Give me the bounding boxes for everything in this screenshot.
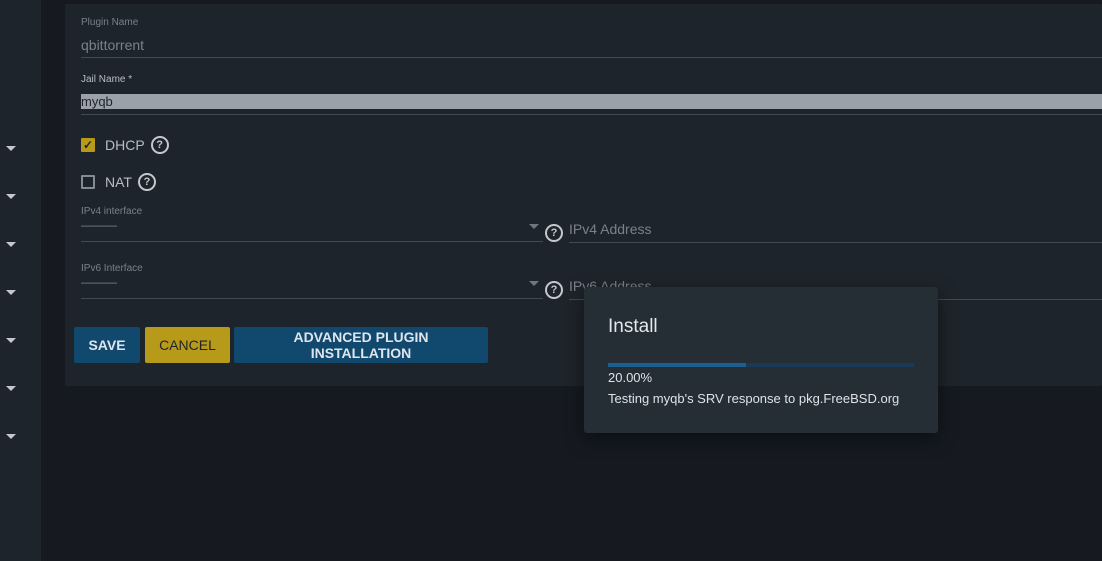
help-icon[interactable]: ? bbox=[545, 281, 563, 299]
ipv4-address-field[interactable]: IPv4 Address bbox=[569, 207, 1102, 243]
help-icon[interactable]: ? bbox=[545, 224, 563, 242]
ipv4-interface-value[interactable]: ——— bbox=[81, 218, 117, 232]
chevron-down-icon[interactable] bbox=[6, 386, 16, 391]
save-button[interactable]: SAVE bbox=[74, 327, 140, 363]
dhcp-checkbox[interactable]: ✓ bbox=[81, 138, 95, 152]
ipv4-interface-label: IPv4 interface bbox=[81, 206, 143, 217]
text-selection-highlight bbox=[81, 94, 1102, 109]
cancel-button[interactable]: CANCEL bbox=[145, 327, 230, 363]
chevron-down-icon[interactable] bbox=[6, 194, 16, 199]
chevron-down-icon[interactable] bbox=[529, 224, 539, 229]
install-progress-dialog: Install 20.00% Testing myqb's SRV respon… bbox=[584, 287, 938, 433]
dialog-title: Install bbox=[608, 316, 658, 337]
ipv4-address-input[interactable]: IPv4 Address bbox=[569, 221, 652, 237]
progress-message: Testing myqb's SRV response to pkg.FreeB… bbox=[608, 391, 900, 406]
chevron-down-icon[interactable] bbox=[6, 146, 16, 151]
progress-bar-fill bbox=[608, 363, 746, 367]
progress-percent: 20.00% bbox=[608, 370, 653, 385]
chevron-down-icon[interactable] bbox=[529, 281, 539, 286]
help-icon[interactable]: ? bbox=[150, 136, 169, 154]
chevron-down-icon[interactable] bbox=[6, 290, 16, 295]
ipv4-interface-select[interactable]: IPv4 interface ——— bbox=[81, 206, 543, 242]
dhcp-option[interactable]: ✓ DHCP ? bbox=[81, 136, 169, 154]
divider bbox=[81, 298, 543, 299]
chevron-down-icon[interactable] bbox=[6, 434, 16, 439]
advanced-plugin-installation-button[interactable]: ADVANCED PLUGIN INSTALLATION bbox=[234, 327, 488, 363]
sidebar bbox=[0, 0, 42, 561]
dhcp-label: DHCP bbox=[105, 137, 145, 153]
divider bbox=[81, 241, 543, 242]
divider bbox=[81, 114, 1102, 115]
help-icon[interactable]: ? bbox=[137, 173, 156, 191]
nat-option[interactable]: NAT ? bbox=[81, 173, 156, 191]
jail-name-input[interactable]: myqb bbox=[81, 94, 113, 109]
divider bbox=[81, 57, 1102, 58]
plugin-name-label: Plugin Name bbox=[81, 17, 139, 28]
plugin-name-value: qbittorrent bbox=[81, 37, 145, 53]
nat-checkbox[interactable] bbox=[81, 175, 95, 189]
ipv6-interface-label: IPv6 Interface bbox=[81, 263, 143, 274]
jail-name-label: Jail Name * bbox=[81, 74, 133, 85]
ipv6-interface-select[interactable]: IPv6 Interface ——— bbox=[81, 263, 543, 299]
chevron-down-icon[interactable] bbox=[6, 338, 16, 343]
progress-bar bbox=[608, 363, 914, 367]
chevron-down-icon[interactable] bbox=[6, 242, 16, 247]
nat-label: NAT bbox=[105, 174, 132, 190]
jail-name-field[interactable]: Jail Name * myqb bbox=[81, 74, 1102, 116]
divider bbox=[569, 242, 1102, 243]
ipv6-interface-value[interactable]: ——— bbox=[81, 275, 117, 289]
plugin-name-field: Plugin Name qbittorrent bbox=[81, 17, 1102, 58]
